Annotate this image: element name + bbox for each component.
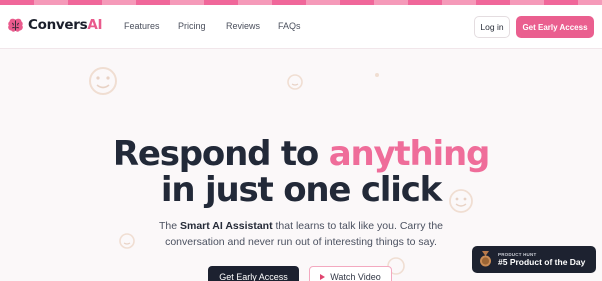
login-button[interactable]: Log in <box>474 16 510 38</box>
navbar: ConversAI Features Pricing Reviews FAQs … <box>0 5 602 49</box>
product-hunt-rank: #5 Product of the Day <box>498 257 586 267</box>
watch-video-button[interactable]: Watch Video <box>309 266 392 281</box>
brain-icon <box>8 18 23 32</box>
nav-link-faqs[interactable]: FAQs <box>278 21 301 31</box>
nav-link-reviews[interactable]: Reviews <box>226 21 278 31</box>
brand-logo[interactable]: ConversAI <box>7 17 103 33</box>
subtitle-highlight: Smart AI Assistant <box>180 220 273 232</box>
product-hunt-badge[interactable]: PRODUCT HUNT #5 Product of the Day <box>472 246 596 273</box>
hero-title-part1: Respond to <box>112 134 329 174</box>
watch-video-label: Watch Video <box>330 272 381 281</box>
decorative-face-icon <box>89 67 117 95</box>
nav-link-features[interactable]: Features <box>124 21 178 31</box>
nav-links: Features Pricing Reviews FAQs <box>124 21 301 31</box>
decorative-dot-icon <box>375 73 379 77</box>
decorative-smile-icon <box>287 74 303 90</box>
hero-title-highlight: anything <box>328 134 491 174</box>
nav-link-pricing[interactable]: Pricing <box>178 21 226 31</box>
medal-icon <box>480 251 491 267</box>
header-cta-button[interactable]: Get Early Access <box>516 16 594 38</box>
hero-title-line2: in just one click <box>160 170 442 210</box>
play-icon <box>320 274 326 280</box>
brand-name: ConversAI <box>28 17 103 33</box>
hero-primary-cta-button[interactable]: Get Early Access <box>208 266 299 281</box>
hero-title: Respond to anything in just one click <box>0 136 602 208</box>
